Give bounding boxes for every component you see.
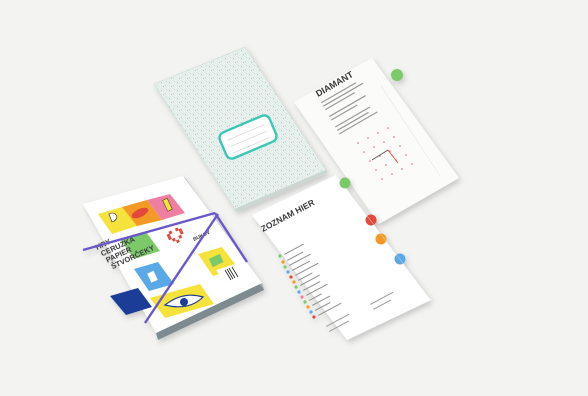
badge-green [339, 177, 351, 189]
product-photo: DIAMANT ZOZNAM HIER CERUZKA PAPIER ŠTVOR… [0, 0, 588, 396]
player-count-badge [391, 69, 403, 81]
